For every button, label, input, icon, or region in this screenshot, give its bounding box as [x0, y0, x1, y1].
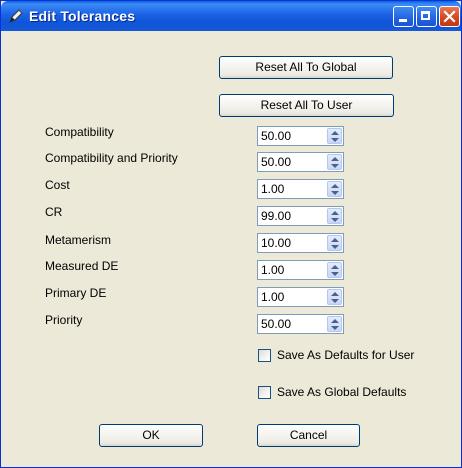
- compatibility-and-priority-spin-button[interactable]: [327, 154, 342, 170]
- save-as-defaults-for-user-label[interactable]: Save As Defaults for User: [277, 348, 414, 362]
- spin-arrows-icon: [331, 292, 339, 303]
- metamerism-spinner[interactable]: [257, 233, 344, 253]
- cr-label: CR: [45, 205, 63, 219]
- priority-spinner[interactable]: [257, 314, 344, 334]
- spin-arrows-icon: [331, 238, 339, 249]
- save-as-global-defaults-label[interactable]: Save As Global Defaults: [277, 385, 406, 399]
- save-as-defaults-for-user-checkbox[interactable]: [258, 349, 271, 362]
- priority-label: Priority: [45, 313, 83, 327]
- window-title: Edit Tolerances: [29, 8, 136, 24]
- spin-arrows-icon: [331, 157, 339, 168]
- primary-de-spinner[interactable]: [257, 287, 344, 307]
- cr-input[interactable]: [260, 208, 325, 224]
- spin-arrows-icon: [331, 131, 339, 142]
- compatibility-and-priority-input[interactable]: [260, 154, 325, 170]
- spin-arrows-icon: [331, 184, 339, 195]
- reset-all-to-user-button[interactable]: Reset All To User: [219, 94, 394, 117]
- metamerism-spin-button[interactable]: [327, 235, 342, 251]
- title-bar[interactable]: Edit Tolerances: [1, 1, 461, 31]
- compatibility-spin-button[interactable]: [327, 128, 342, 144]
- measured-de-input[interactable]: [260, 262, 325, 278]
- measured-de-label: Measured DE: [45, 259, 119, 273]
- edit-pen-icon: [9, 9, 23, 23]
- close-button[interactable]: [439, 6, 460, 27]
- priority-spin-button[interactable]: [327, 316, 342, 332]
- primary-de-label: Primary DE: [45, 286, 107, 300]
- compatibility-spinner[interactable]: [257, 126, 344, 146]
- cost-spinner[interactable]: [257, 179, 344, 199]
- save-as-global-defaults-checkbox[interactable]: [258, 386, 271, 399]
- edit-tolerances-dialog: Edit Tolerances Reset All To Global Rese…: [0, 0, 462, 468]
- compatibility-input[interactable]: [260, 128, 325, 144]
- spin-arrows-icon: [331, 211, 339, 222]
- priority-input[interactable]: [260, 316, 325, 332]
- cr-spin-button[interactable]: [327, 208, 342, 224]
- measured-de-spinner[interactable]: [257, 260, 344, 280]
- minimize-button[interactable]: [393, 6, 414, 27]
- spin-arrows-icon: [331, 319, 339, 330]
- metamerism-label: Metamerism: [45, 233, 112, 247]
- cancel-button[interactable]: Cancel: [257, 424, 360, 447]
- maximize-button[interactable]: [416, 6, 437, 27]
- compatibility-label: Compatibility: [45, 125, 114, 139]
- cost-input[interactable]: [260, 181, 325, 197]
- primary-de-spin-button[interactable]: [327, 289, 342, 305]
- cost-spin-button[interactable]: [327, 181, 342, 197]
- metamerism-input[interactable]: [260, 235, 325, 251]
- measured-de-spin-button[interactable]: [327, 262, 342, 278]
- compatibility-and-priority-spinner[interactable]: [257, 152, 344, 172]
- ok-button[interactable]: OK: [99, 424, 203, 447]
- spin-arrows-icon: [331, 265, 339, 276]
- close-icon: [443, 10, 456, 23]
- primary-de-input[interactable]: [260, 289, 325, 305]
- reset-all-to-global-button[interactable]: Reset All To Global: [219, 56, 393, 79]
- compatibility-and-priority-label: Compatibility and Priority: [45, 151, 178, 165]
- cr-spinner[interactable]: [257, 206, 344, 226]
- cost-label: Cost: [45, 178, 70, 192]
